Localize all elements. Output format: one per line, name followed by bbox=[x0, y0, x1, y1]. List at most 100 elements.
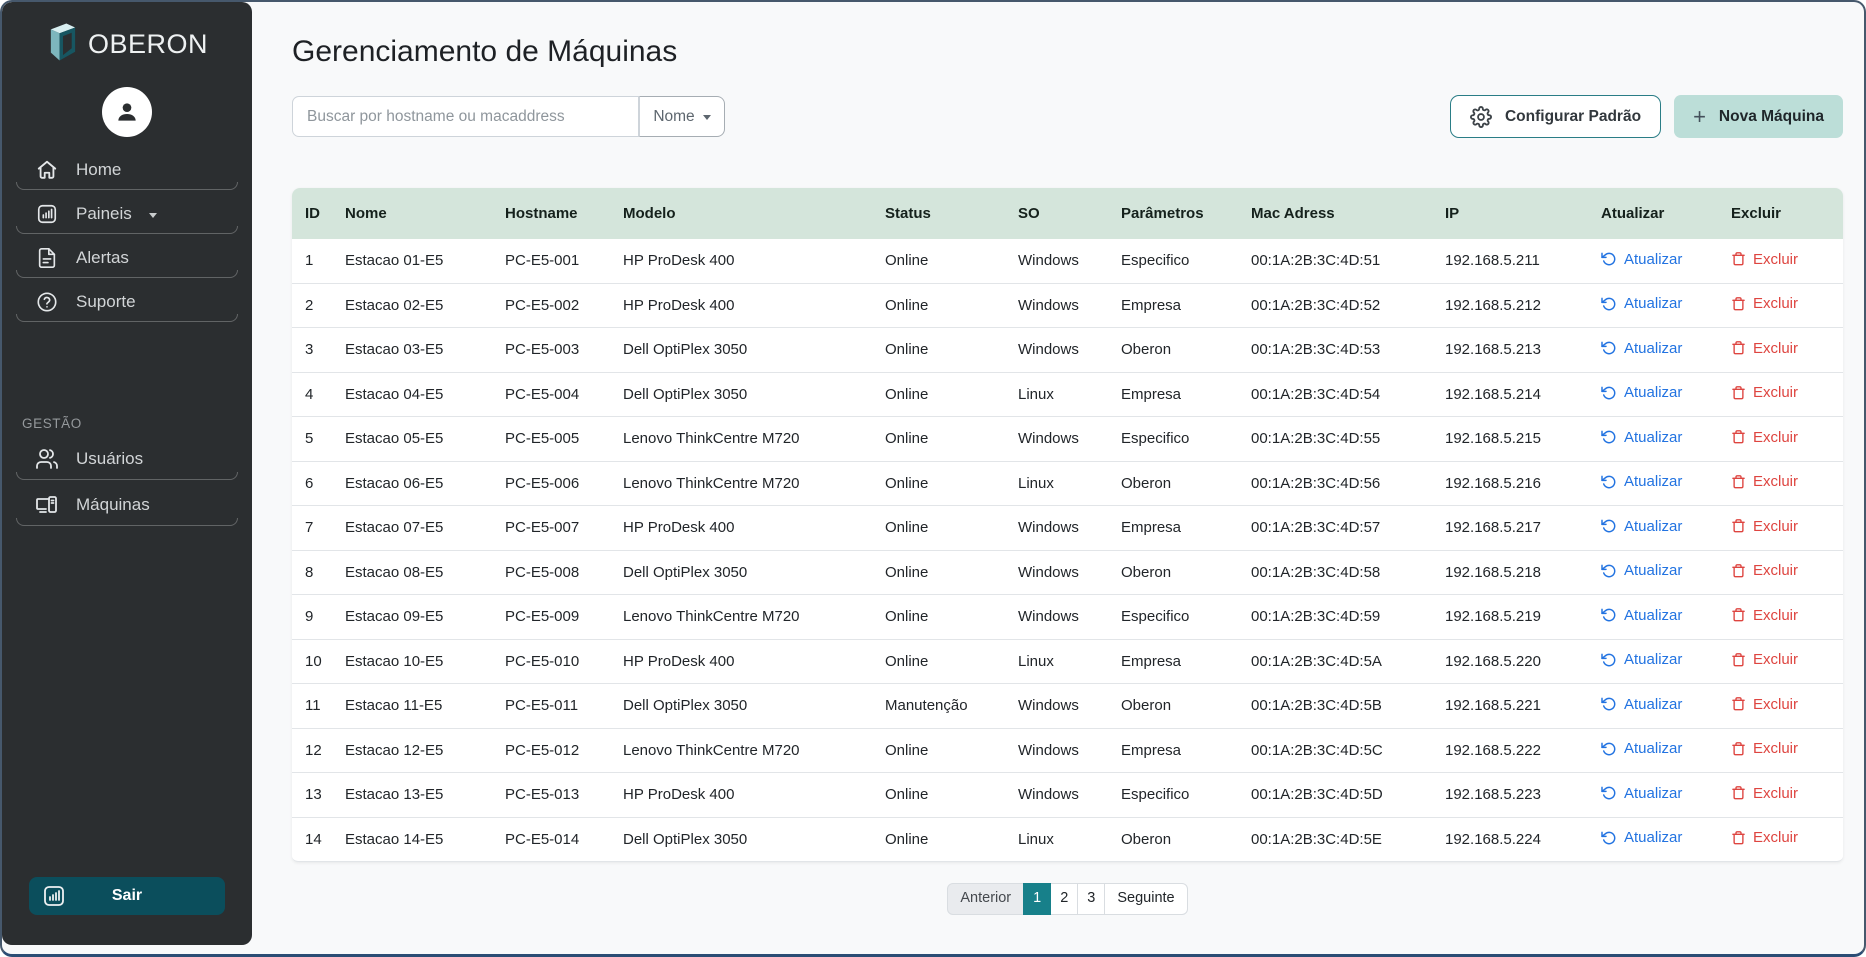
refresh-icon bbox=[1601, 340, 1617, 356]
cell-atualizar: Atualizar bbox=[1593, 372, 1723, 417]
cell-excluir: Excluir bbox=[1723, 417, 1843, 462]
cell-modelo: Lenovo ThinkCentre M720 bbox=[615, 417, 877, 462]
column-header-atualizar: Atualizar bbox=[1593, 188, 1723, 239]
divider bbox=[16, 226, 238, 234]
trash-icon bbox=[1731, 251, 1746, 267]
update-link[interactable]: Atualizar bbox=[1601, 473, 1682, 490]
cell-ip: 192.168.5.222 bbox=[1437, 728, 1593, 773]
delete-link[interactable]: Excluir bbox=[1731, 651, 1798, 668]
machines-icon bbox=[35, 493, 59, 517]
cell-status: Online bbox=[877, 595, 1010, 640]
cell-excluir: Excluir bbox=[1723, 684, 1843, 729]
update-link[interactable]: Atualizar bbox=[1601, 829, 1682, 846]
delete-link[interactable]: Excluir bbox=[1731, 785, 1798, 802]
delete-link[interactable]: Excluir bbox=[1731, 607, 1798, 624]
update-link[interactable]: Atualizar bbox=[1601, 429, 1682, 446]
cell-ip: 192.168.5.215 bbox=[1437, 417, 1593, 462]
update-link-label: Atualizar bbox=[1624, 606, 1683, 624]
cell-atualizar: Atualizar bbox=[1593, 506, 1723, 551]
cell-status: Online bbox=[877, 461, 1010, 506]
logout-button[interactable]: Sair bbox=[29, 877, 225, 915]
pagination-page-2[interactable]: 2 bbox=[1050, 883, 1079, 915]
cell-modelo: Dell OptiPlex 3050 bbox=[615, 372, 877, 417]
update-link[interactable]: Atualizar bbox=[1601, 740, 1682, 757]
delete-link[interactable]: Excluir bbox=[1731, 251, 1798, 268]
delete-link[interactable]: Excluir bbox=[1731, 562, 1798, 579]
update-link-label: Atualizar bbox=[1624, 250, 1683, 268]
cell-so: Windows bbox=[1010, 684, 1113, 729]
update-link[interactable]: Atualizar bbox=[1601, 562, 1682, 579]
cell-ip: 192.168.5.223 bbox=[1437, 773, 1593, 818]
update-link[interactable]: Atualizar bbox=[1601, 518, 1682, 535]
update-link[interactable]: Atualizar bbox=[1601, 251, 1682, 268]
cell-nome: Estacao 12-E5 bbox=[337, 728, 497, 773]
cell-so: Windows bbox=[1010, 550, 1113, 595]
cell-id: 13 bbox=[292, 773, 337, 818]
sidebar-item-label: Usuários bbox=[76, 449, 144, 468]
refresh-icon bbox=[1601, 741, 1617, 757]
filter-dropdown[interactable]: Nome bbox=[639, 96, 725, 137]
delete-link[interactable]: Excluir bbox=[1731, 829, 1798, 846]
update-link-label: Atualizar bbox=[1624, 384, 1683, 401]
delete-link-label: Excluir bbox=[1753, 651, 1799, 668]
help-circle-icon bbox=[35, 291, 59, 313]
cell-mac: 00:1A:2B:3C:4D:53 bbox=[1243, 328, 1437, 373]
update-link[interactable]: Atualizar bbox=[1601, 696, 1682, 713]
update-link[interactable]: Atualizar bbox=[1601, 785, 1682, 802]
search-input[interactable] bbox=[292, 96, 639, 137]
delete-link-label: Excluir bbox=[1753, 473, 1799, 490]
refresh-icon bbox=[1601, 429, 1617, 445]
update-link[interactable]: Atualizar bbox=[1601, 340, 1682, 357]
delete-link[interactable]: Excluir bbox=[1731, 384, 1798, 401]
cell-so: Linux bbox=[1010, 372, 1113, 417]
cell-hostname: PC-E5-004 bbox=[497, 372, 615, 417]
delete-link[interactable]: Excluir bbox=[1731, 340, 1798, 357]
pagination-next[interactable]: Seguinte bbox=[1104, 883, 1188, 915]
brand-name: OBERON bbox=[87, 29, 209, 59]
configure-default-button[interactable]: Configurar Padrão bbox=[1449, 95, 1662, 138]
delete-link[interactable]: Excluir bbox=[1731, 295, 1798, 312]
cell-nome: Estacao 03-E5 bbox=[337, 328, 497, 373]
cell-ip: 192.168.5.218 bbox=[1437, 550, 1593, 595]
new-machine-button[interactable]: + Nova Máquina bbox=[1674, 95, 1843, 138]
update-link-label: Atualizar bbox=[1624, 740, 1683, 757]
refresh-icon bbox=[1601, 652, 1617, 668]
cell-so: Windows bbox=[1010, 728, 1113, 773]
cell-atualizar: Atualizar bbox=[1593, 417, 1723, 462]
update-link-label: Atualizar bbox=[1624, 473, 1683, 490]
delete-link[interactable]: Excluir bbox=[1731, 696, 1798, 713]
cell-parametros: Especifico bbox=[1113, 773, 1243, 818]
cell-mac: 00:1A:2B:3C:4D:5C bbox=[1243, 728, 1437, 773]
cell-excluir: Excluir bbox=[1723, 372, 1843, 417]
delete-link-label: Excluir bbox=[1753, 606, 1799, 624]
update-link[interactable]: Atualizar bbox=[1601, 651, 1682, 668]
delete-link-label: Excluir bbox=[1753, 784, 1799, 802]
pagination-page-3[interactable]: 3 bbox=[1077, 883, 1106, 915]
refresh-icon bbox=[1601, 696, 1617, 712]
pagination-page-1[interactable]: 1 bbox=[1023, 883, 1052, 915]
delete-link[interactable]: Excluir bbox=[1731, 740, 1798, 757]
refresh-icon bbox=[1601, 474, 1617, 490]
delete-link[interactable]: Excluir bbox=[1731, 429, 1798, 446]
delete-link[interactable]: Excluir bbox=[1731, 518, 1798, 535]
sidebar-item-label: Máquinas bbox=[76, 495, 150, 514]
machines-table: ID Nome Hostname Modelo Status SO Parâmetros Ma… bbox=[292, 188, 1843, 862]
sidebar-item-label: Paineis bbox=[76, 204, 132, 223]
refresh-icon bbox=[1601, 607, 1617, 623]
table-row: 7 Estacao 07-E5 PC-E5-007 HP ProDesk 400 Onl… bbox=[292, 506, 1843, 551]
cell-excluir: Excluir bbox=[1723, 328, 1843, 373]
cell-id: 10 bbox=[292, 639, 337, 684]
cell-modelo: Lenovo ThinkCentre M720 bbox=[615, 595, 877, 640]
update-link[interactable]: Atualizar bbox=[1601, 607, 1682, 624]
update-link[interactable]: Atualizar bbox=[1601, 384, 1682, 401]
delete-link[interactable]: Excluir bbox=[1731, 473, 1798, 490]
cell-parametros: Oberon bbox=[1113, 550, 1243, 595]
cell-id: 1 bbox=[292, 239, 337, 284]
pagination-previous[interactable]: Anterior bbox=[947, 883, 1025, 915]
cell-modelo: HP ProDesk 400 bbox=[615, 773, 877, 818]
update-link[interactable]: Atualizar bbox=[1601, 295, 1682, 312]
trash-icon bbox=[1731, 607, 1746, 623]
sidebar: OBERON Home Paineis Alertas Suporte GEST… bbox=[2, 2, 252, 945]
cell-status: Online bbox=[877, 328, 1010, 373]
cell-mac: 00:1A:2B:3C:4D:52 bbox=[1243, 283, 1437, 328]
